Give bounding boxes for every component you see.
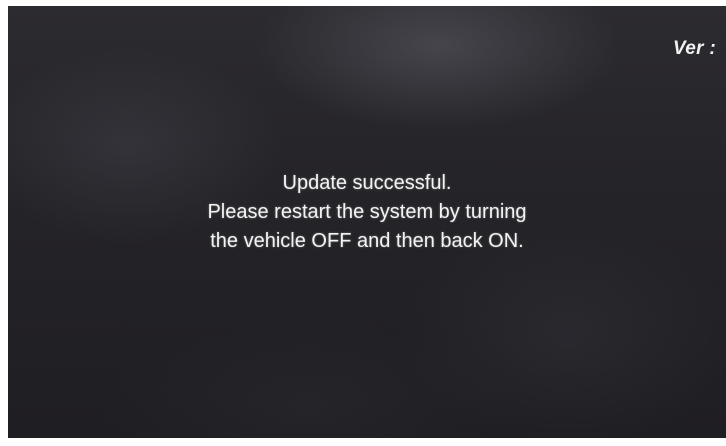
version-label: Ver : [672, 38, 716, 59]
photo-frame: Ver : Update successful. Please restart … [0, 0, 726, 446]
message-line-title: Update successful. [282, 172, 452, 194]
message-line-instruction-2: the vehicle OFF and then back ON. [210, 230, 524, 252]
message-line-instruction-1: Please restart the system by turning [207, 201, 527, 223]
infotainment-screen: Ver : Update successful. Please restart … [8, 6, 726, 438]
update-status-message: Update successful. Please restart the sy… [8, 169, 726, 256]
